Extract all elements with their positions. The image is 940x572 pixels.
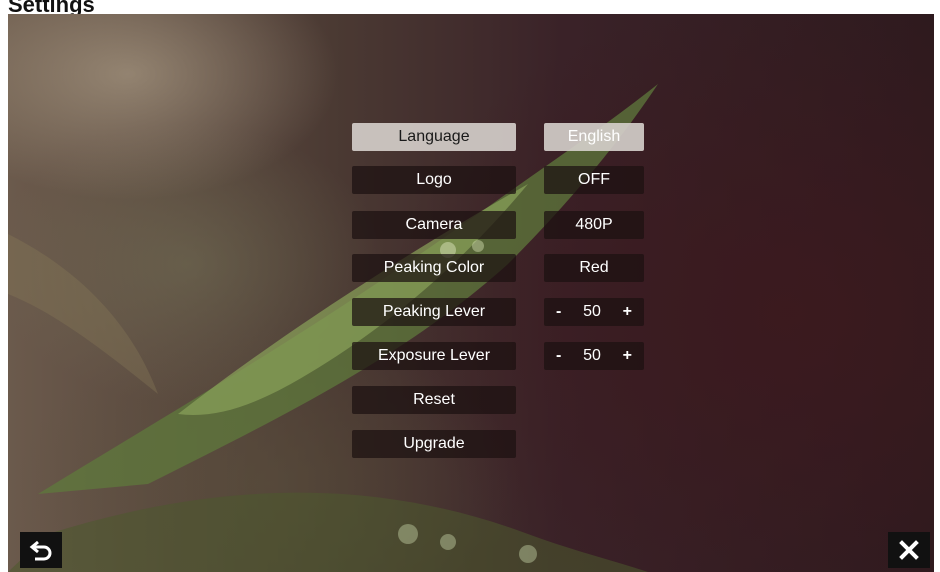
page-title: Settings	[8, 0, 95, 14]
back-button[interactable]	[20, 532, 62, 568]
settings-screen: Language English Logo OFF Camera 480P Pe…	[8, 14, 934, 572]
peaking-lever-increase-button[interactable]: +	[623, 303, 632, 321]
close-icon	[899, 540, 919, 560]
logo-button[interactable]: Logo	[352, 166, 516, 194]
exposure-lever-stepper: - 50 +	[544, 342, 644, 370]
peaking-lever-value: 50	[583, 303, 601, 320]
peaking-lever-decrease-button[interactable]: -	[556, 303, 561, 321]
close-button[interactable]	[888, 532, 930, 568]
background-leaf-image	[8, 84, 658, 572]
exposure-lever-decrease-button[interactable]: -	[556, 347, 561, 365]
logo-value[interactable]: OFF	[544, 166, 644, 194]
camera-button[interactable]: Camera	[352, 211, 516, 239]
peaking-lever-stepper: - 50 +	[544, 298, 644, 326]
exposure-lever-increase-button[interactable]: +	[623, 347, 632, 365]
language-value[interactable]: English	[544, 123, 644, 151]
language-button[interactable]: Language	[352, 123, 516, 151]
peaking-lever-button[interactable]: Peaking Lever	[352, 298, 516, 326]
exposure-lever-value: 50	[583, 347, 601, 364]
back-arrow-icon	[29, 540, 52, 561]
reset-button[interactable]: Reset	[352, 386, 516, 414]
camera-value[interactable]: 480P	[544, 211, 644, 239]
peaking-color-button[interactable]: Peaking Color	[352, 254, 516, 282]
exposure-lever-button[interactable]: Exposure Lever	[352, 342, 516, 370]
peaking-color-value[interactable]: Red	[544, 254, 644, 282]
upgrade-button[interactable]: Upgrade	[352, 430, 516, 458]
